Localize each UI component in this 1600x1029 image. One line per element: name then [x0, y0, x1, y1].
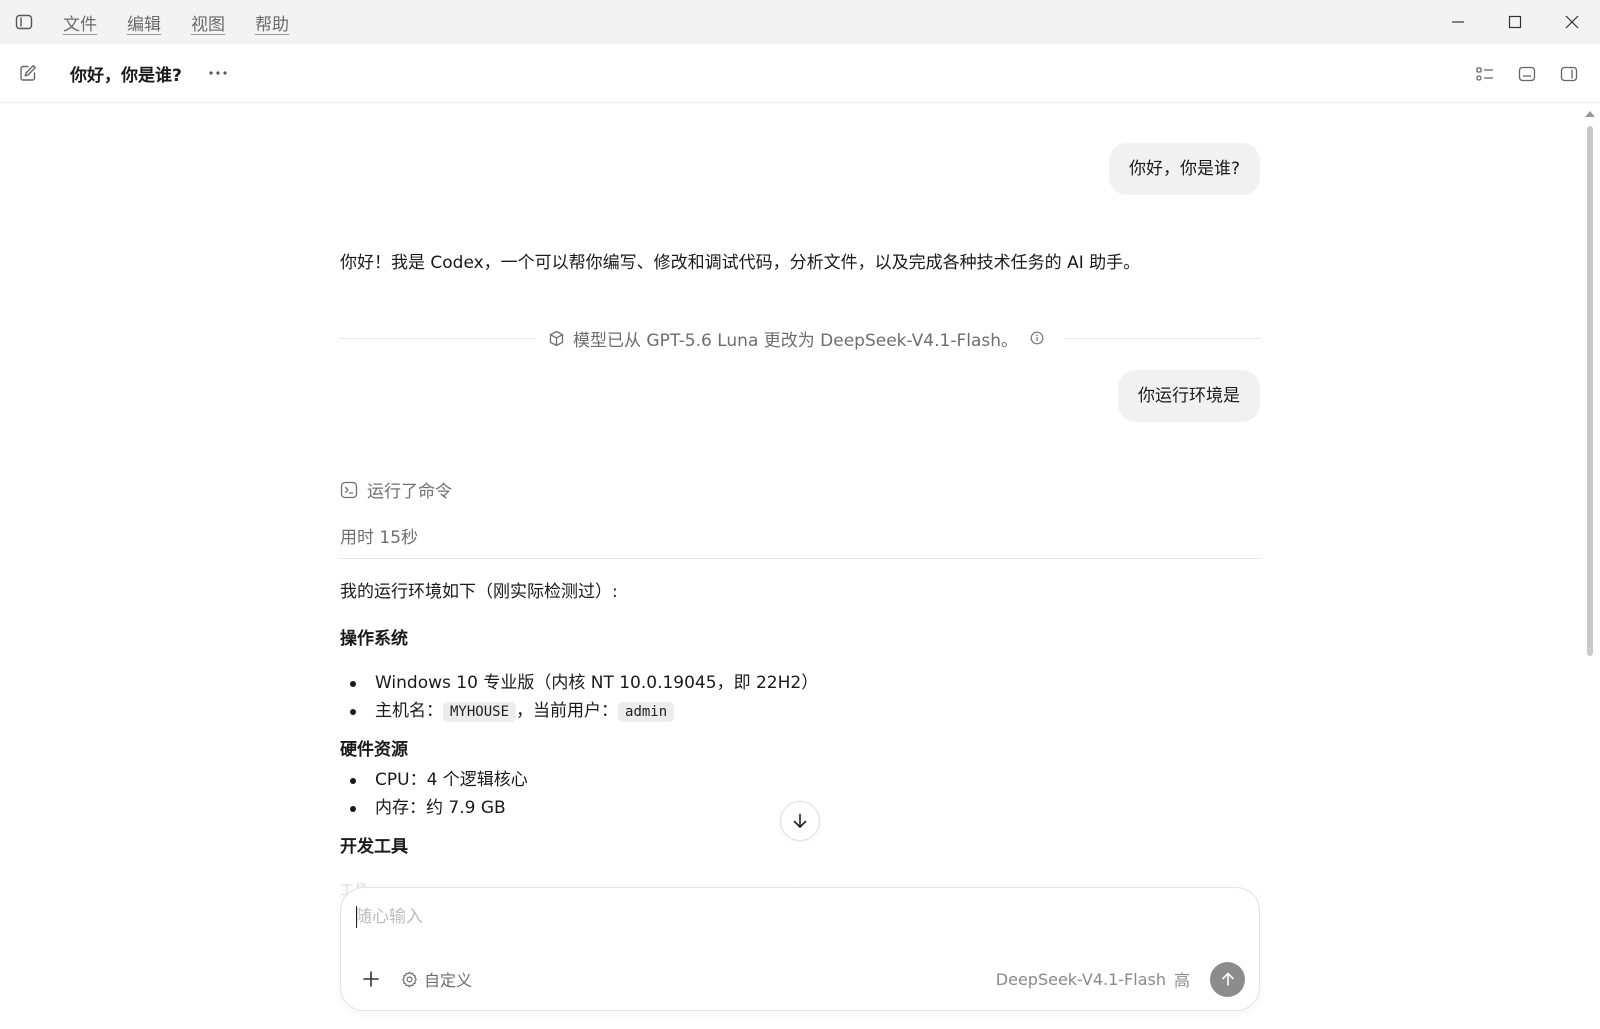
list-item: 主机名： MYHOUSE ，当前用户： admin: [340, 697, 1260, 725]
divider-line: [340, 337, 536, 339]
menu-bar: 文件 编辑 视图 帮助: [48, 0, 304, 44]
terminal-icon: [340, 481, 358, 498]
info-icon: [1030, 331, 1044, 345]
divider-line: [1064, 337, 1261, 339]
list-item: CPU：4 个逻辑核心: [340, 766, 1260, 794]
right-panel-icon: [1560, 66, 1578, 81]
user-message: 你好，你是谁?: [1108, 143, 1260, 195]
right-panel-button[interactable]: [1548, 54, 1590, 94]
cpu-info: CPU：4 个逻辑核心: [375, 770, 528, 790]
model-change-notice: 模型已从 GPT-5.6 Luna 更改为 DeepSeek-V4.1-Flas…: [340, 323, 1261, 353]
send-button[interactable]: [1210, 961, 1245, 997]
plus-icon: [363, 971, 379, 987]
bottom-panel-button[interactable]: [1506, 54, 1548, 94]
os-list: Windows 10 专业版（内核 NT 10.0.19045，即 22H2） …: [340, 669, 1260, 725]
customize-label: 自定义: [424, 971, 473, 990]
thread-header: 你好，你是谁?: [0, 44, 1600, 103]
edit-icon: [20, 65, 36, 81]
new-chat-button[interactable]: [0, 44, 56, 103]
model-name: DeepSeek-V4.1-Flash: [995, 969, 1166, 989]
menu-edit[interactable]: 编辑: [112, 0, 176, 44]
user-message: 你运行环境是: [1118, 370, 1260, 422]
checklist-icon: [1476, 66, 1493, 81]
header-actions: [1464, 44, 1590, 103]
maximize-icon: [1508, 15, 1521, 29]
sidebar-toggle-icon: [15, 14, 33, 30]
username-code: admin: [618, 702, 675, 722]
thread-title: 你好，你是谁?: [70, 65, 182, 86]
environment-intro: 我的运行环境如下（刚实际检测过）:: [340, 582, 618, 602]
scroll-up-arrow[interactable]: [1585, 111, 1595, 117]
gear-icon: [402, 971, 417, 987]
arrow-down-icon: [793, 813, 807, 828]
customize-button[interactable]: 自定义: [401, 967, 472, 991]
user-label: ，当前用户：: [516, 701, 619, 721]
more-horizontal-icon: [209, 71, 227, 75]
memory-info: 内存：约 7.9 GB: [375, 798, 506, 818]
add-attachment-button[interactable]: [355, 963, 387, 995]
section-divider: [340, 558, 1260, 559]
menu-file-label: 文件: [63, 14, 97, 35]
model-info-button[interactable]: [1030, 331, 1052, 345]
menu-edit-label: 编辑: [127, 14, 161, 35]
hostname-code: MYHOUSE: [443, 702, 517, 722]
ran-command-toggle[interactable]: 运行了命令: [340, 477, 452, 502]
scrollbar-thumb[interactable]: [1587, 126, 1593, 656]
scroll-to-bottom-button[interactable]: [780, 801, 820, 841]
reasoning-effort: 高: [1173, 971, 1190, 990]
list-item: Windows 10 专业版（内核 NT 10.0.19045，即 22H2）: [340, 669, 1260, 697]
hardware-heading: 硬件资源: [340, 740, 408, 760]
menu-view[interactable]: 视图: [176, 0, 240, 44]
arrow-up-icon: [1221, 972, 1234, 986]
message-input[interactable]: [355, 902, 1235, 932]
model-selector[interactable]: DeepSeek-V4.1-Flash 高: [996, 967, 1190, 991]
menu-help-label: 帮助: [255, 14, 289, 35]
more-options-button[interactable]: [204, 59, 232, 87]
menu-view-label: 视图: [191, 14, 225, 35]
assistant-message: 你好！我是 Codex，一个可以帮你编写、修改和调试代码，分析文件，以及完成各种…: [340, 253, 1141, 273]
cube-icon: [549, 330, 564, 346]
host-label: 主机名：: [375, 701, 443, 721]
menu-file[interactable]: 文件: [48, 0, 112, 44]
close-icon: [1565, 15, 1578, 29]
composer: 自定义 DeepSeek-V4.1-Flash 高: [340, 887, 1260, 1011]
elapsed-time: 用时 15秒: [340, 528, 419, 548]
scrollbar[interactable]: [1580, 103, 1600, 1029]
sidebar-toggle-button[interactable]: [0, 0, 48, 44]
os-heading: 操作系统: [340, 629, 408, 649]
window-controls: [1429, 0, 1600, 44]
ran-command-label: 运行了命令: [367, 482, 452, 502]
maximize-button[interactable]: [1486, 0, 1543, 44]
minimize-button[interactable]: [1429, 0, 1486, 44]
composer-toolbar: 自定义 DeepSeek-V4.1-Flash 高: [341, 961, 1259, 997]
close-window-button[interactable]: [1543, 0, 1600, 44]
text-caret: [356, 906, 357, 928]
model-change-text: 模型已从 GPT-5.6 Luna 更改为 DeepSeek-V4.1-Flas…: [573, 330, 1019, 351]
minimize-icon: [1451, 21, 1464, 23]
checklist-button[interactable]: [1464, 54, 1506, 94]
menu-help[interactable]: 帮助: [240, 0, 304, 44]
title-bar: 文件 编辑 视图 帮助: [0, 0, 1600, 44]
bottom-panel-icon: [1518, 66, 1536, 81]
os-version: Windows 10 专业版（内核 NT 10.0.19045，即 22H2）: [375, 673, 819, 693]
model-change-content: 模型已从 GPT-5.6 Luna 更改为 DeepSeek-V4.1-Flas…: [536, 326, 1064, 351]
